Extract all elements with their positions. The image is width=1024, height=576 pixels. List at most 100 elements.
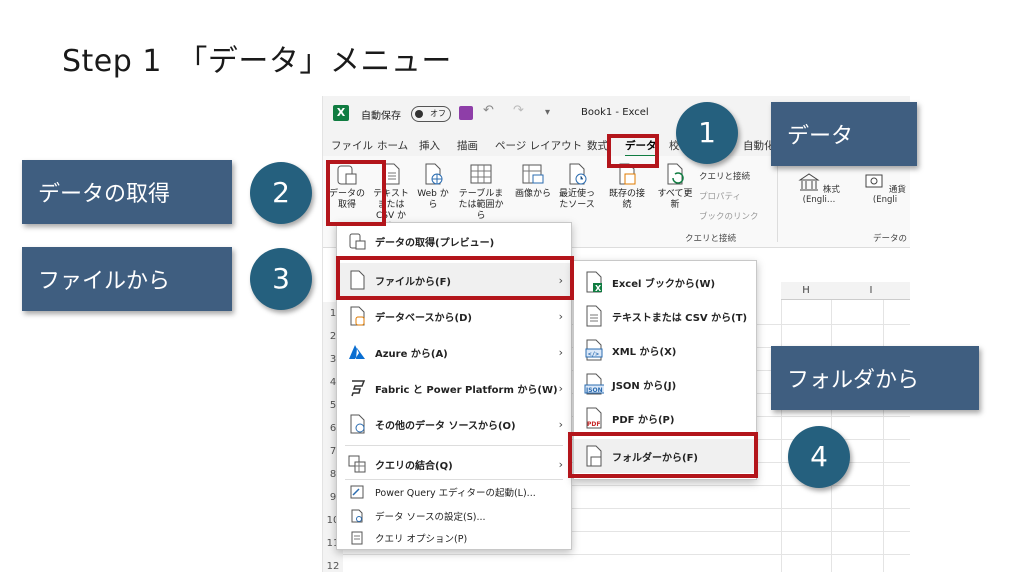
submenu-item-from-excel[interactable]: X Excel ブックから(W) (574, 265, 756, 299)
submenu-item-from-json[interactable]: JSON JSON から(J) (574, 367, 756, 401)
document-title: Book1 - Excel (581, 107, 649, 118)
group-label-data-types: データの (873, 234, 908, 244)
refresh-icon (667, 163, 684, 185)
from-image-button[interactable]: 画像から (515, 162, 551, 200)
database-icon (347, 306, 367, 326)
tab-file[interactable]: ファイル (331, 138, 373, 153)
tab-home[interactable]: ホーム (377, 138, 408, 153)
step-number-2: 2 (250, 162, 312, 224)
excel-logo-icon: X (333, 105, 349, 121)
from-web-label: Web から (417, 189, 449, 210)
submenu-item-from-xml[interactable]: </> XML から(X) (574, 333, 756, 367)
menu-item-label: JSON から(J) (612, 380, 677, 392)
customize-qat-icon[interactable]: ▾ (545, 107, 550, 118)
tab-draw[interactable]: 描画 (457, 138, 478, 153)
highlight-get-data-button (326, 160, 386, 226)
callout-label-data: データ (771, 102, 917, 166)
pdf-file-icon: PDF (584, 407, 604, 429)
from-table-range-label: テーブルまたは範囲から (458, 189, 504, 221)
tab-insert[interactable]: 挿入 (419, 138, 440, 153)
row-header[interactable]: 12 (323, 555, 343, 572)
table-icon (470, 164, 492, 184)
menu-item-from-azure[interactable]: Azure から(A) › (337, 335, 571, 369)
stocks-button[interactable]: 株式 (Engli… (789, 172, 849, 205)
menu-item-from-fabric[interactable]: Fabric と Power Platform から(W) › (337, 371, 571, 405)
tab-page-layout[interactable]: ページ レイアウト (495, 138, 582, 153)
menu-item-from-database[interactable]: データベースから(D) › (337, 299, 571, 333)
autosave-label: 自動保存 (361, 111, 401, 122)
chevron-right-icon: › (558, 345, 563, 359)
currency-icon (865, 174, 883, 188)
existing-connections-button[interactable]: 既存の接続 (609, 162, 645, 211)
refresh-all-button[interactable]: すべて更新 (657, 162, 693, 211)
menu-item-label: データベースから(D) (375, 312, 472, 324)
xml-file-icon: </> (584, 339, 604, 361)
menu-item-label: その他のデータ ソースから(O) (375, 420, 516, 432)
refresh-all-label: すべて更新 (657, 189, 693, 210)
recent-sources-button[interactable]: 最近使ったソース (557, 162, 597, 211)
image-icon (522, 164, 544, 184)
slide-title: Step 1 「データ」メニュー (62, 44, 452, 79)
menu-item-label: クエリ オプション(P) (375, 534, 468, 545)
gridline (343, 554, 910, 555)
excel-file-icon: X (584, 271, 604, 293)
submenu-item-from-pdf[interactable]: PDF PDF から(P) (574, 401, 756, 435)
book-links-button[interactable]: ブックのリンク (699, 210, 759, 222)
power-query-icon (347, 482, 367, 502)
step-number-3: 3 (250, 248, 312, 310)
recent-sources-label: 最近使ったソース (558, 189, 595, 210)
tab-formulas[interactable]: 数式 (587, 138, 608, 153)
currency-button[interactable]: 通貨 (Engli (857, 172, 910, 205)
menu-item-label: データ ソースの設定(S)... (375, 512, 486, 523)
undo-icon[interactable]: ↶ (483, 103, 494, 118)
highlight-from-folder-item (568, 432, 758, 478)
callout-label-from-file: ファイルから (22, 247, 232, 311)
menu-separator (345, 445, 563, 446)
chevron-right-icon: › (558, 417, 563, 431)
menu-item-combine-queries[interactable]: クエリの結合(Q) › (337, 447, 571, 481)
column-header-i[interactable]: I (831, 282, 910, 300)
menu-item-other-sources[interactable]: その他のデータ ソースから(O) › (337, 407, 571, 441)
menu-item-label: テキストまたは CSV から(T) (612, 312, 748, 324)
highlight-data-tab (607, 134, 659, 168)
autosave-toggle[interactable]: オフ (411, 106, 451, 122)
tab-automate[interactable]: 自動化 (743, 138, 775, 153)
step-number-1: 1 (676, 102, 738, 164)
svg-text:PDF: PDF (587, 421, 600, 428)
chevron-right-icon: › (558, 381, 563, 395)
web-icon (425, 163, 443, 185)
menu-item-query-options[interactable]: クエリ オプション(P) (337, 527, 571, 549)
save-icon[interactable] (459, 106, 473, 120)
menu-item-label: Azure から(A) (375, 348, 448, 360)
svg-text:</>: </> (588, 351, 599, 358)
existing-connections-label: 既存の接続 (609, 189, 646, 210)
redo-icon[interactable]: ↷ (513, 103, 524, 118)
data-source-settings-icon (347, 506, 367, 526)
from-web-button[interactable]: Web から (415, 162, 451, 211)
callout-label-get-data: データの取得 (22, 160, 232, 224)
from-table-range-button[interactable]: テーブルまたは範囲から (457, 162, 505, 222)
menu-item-data-source-settings[interactable]: データ ソースの設定(S)... (337, 505, 571, 527)
menu-item-label: データの取得(プレビュー) (375, 237, 495, 249)
azure-icon (347, 342, 367, 362)
menu-item-label: Fabric と Power Platform から(W) (375, 384, 558, 396)
properties-button[interactable]: プロパティ (699, 190, 741, 202)
queries-connections-button[interactable]: クエリと接続 (699, 170, 750, 182)
menu-item-label: Excel ブックから(W) (612, 278, 716, 290)
menu-item-label: クエリの結合(Q) (375, 460, 453, 472)
query-options-icon (347, 528, 367, 548)
menu-item-get-data-preview[interactable]: データの取得(プレビュー) (337, 225, 571, 257)
svg-text:JSON: JSON (585, 387, 603, 394)
combine-queries-icon (347, 454, 367, 474)
chevron-right-icon: › (558, 309, 563, 323)
menu-item-label: PDF から(P) (612, 414, 675, 426)
submenu-item-from-text-csv[interactable]: テキストまたは CSV から(T) (574, 299, 756, 333)
chevron-right-icon: › (558, 457, 563, 471)
highlight-from-file-item (336, 256, 574, 300)
database-preview-icon (347, 231, 367, 251)
column-header-h[interactable]: H (781, 282, 831, 300)
from-image-label: 画像から (515, 189, 552, 199)
bank-icon (798, 173, 820, 191)
recent-sources-icon (569, 163, 587, 185)
menu-item-power-query-editor[interactable]: Power Query エディターの起動(L)... (337, 481, 571, 503)
